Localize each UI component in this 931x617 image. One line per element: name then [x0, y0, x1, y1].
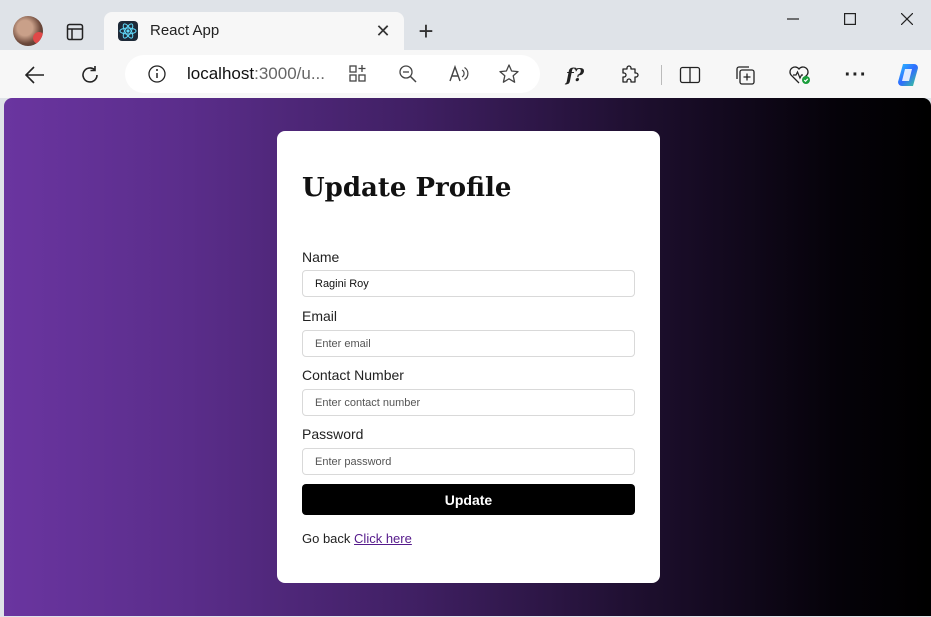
collections-icon[interactable] [731, 61, 759, 89]
zoom-out-icon[interactable] [394, 60, 422, 88]
address-bar[interactable]: localhost:3000/u... [125, 55, 540, 93]
browser-essentials-icon[interactable] [786, 61, 814, 89]
page-background: Update Profile Name Email Contact Number… [4, 98, 931, 616]
tab-react-app[interactable]: React App ✕ [104, 12, 404, 50]
profile-avatar[interactable] [13, 16, 43, 46]
name-label: Name [302, 249, 340, 265]
minimize-button[interactable] [771, 8, 815, 34]
react-favicon-icon [118, 21, 138, 41]
email-input[interactable] [302, 330, 635, 357]
more-options-icon[interactable]: ··· [842, 61, 870, 89]
tab-actions-icon[interactable] [60, 18, 90, 46]
url-text: localhost:3000/u... [187, 64, 325, 84]
maximize-button[interactable] [828, 8, 872, 34]
app-available-icon[interactable] [344, 60, 372, 88]
click-here-link[interactable]: Click here [354, 531, 412, 546]
go-back-text: Go back [302, 531, 351, 546]
read-aloud-icon[interactable] [445, 60, 473, 88]
url-host: localhost [187, 64, 255, 83]
password-input[interactable] [302, 448, 635, 475]
toolbar-divider [661, 65, 662, 85]
contact-number-label: Contact Number [302, 367, 404, 383]
password-label: Password [302, 426, 364, 442]
name-input[interactable] [302, 270, 635, 297]
new-tab-button[interactable]: + [412, 18, 440, 46]
contact-number-input[interactable] [302, 389, 635, 416]
copilot-icon[interactable] [894, 61, 922, 89]
extensions-icon[interactable] [616, 61, 644, 89]
site-info-icon[interactable] [143, 60, 171, 88]
url-rest: :3000/u... [254, 64, 325, 83]
update-profile-card: Update Profile Name Email Contact Number… [277, 131, 660, 583]
split-screen-icon[interactable] [676, 61, 704, 89]
go-back-row: Go back Click here [302, 531, 412, 546]
close-window-button[interactable] [885, 8, 929, 34]
tab-close-icon[interactable]: ✕ [372, 20, 394, 42]
page-title: Update Profile [302, 173, 512, 203]
back-icon[interactable] [21, 61, 49, 89]
favorite-star-icon[interactable] [495, 60, 523, 88]
browser-titlebar: React App ✕ + [0, 0, 931, 50]
update-button[interactable]: Update [302, 484, 635, 515]
refresh-icon[interactable] [76, 61, 104, 89]
browser-toolbar: localhost:3000/u... f? ··· [0, 50, 931, 98]
formula-icon[interactable]: f? [561, 61, 589, 89]
email-label: Email [302, 308, 338, 324]
tab-title: React App [150, 22, 220, 39]
